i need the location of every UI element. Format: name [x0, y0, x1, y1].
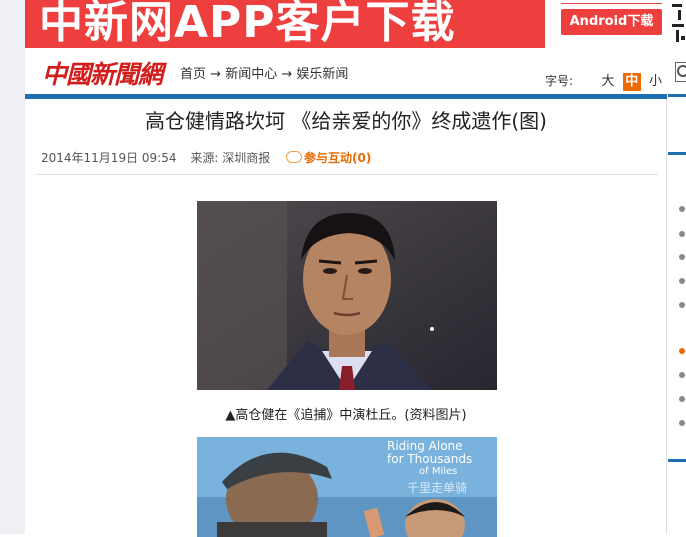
sidebar-top-bar: [668, 94, 686, 97]
meta-divider: [35, 174, 658, 175]
poster-title-line-2: for Thousands: [387, 452, 472, 466]
photo-caption: ▲高仓健在《追捕》中演杜丘。(资料图片): [225, 408, 467, 423]
breadcrumb-news-center-link[interactable]: 新闻中心: [225, 67, 277, 82]
list-bullet: [679, 278, 685, 284]
breadcrumb-home-link[interactable]: 首页: [180, 67, 206, 82]
font-size-large-option[interactable]: 大: [599, 73, 617, 91]
breadcrumb: 首页 → 新闻中心 → 娱乐新闻: [180, 63, 348, 82]
article-meta: 2014年11月19日 09:54 来源: 深圳商报 参与互动(0): [41, 149, 371, 166]
font-size-label: 字号:: [545, 74, 574, 88]
source-label: 来源:: [190, 151, 219, 165]
list-bullet: [679, 372, 685, 378]
poster-title-line-1: Riding Alone: [387, 439, 463, 453]
list-bullet: [679, 420, 685, 426]
android-download-button[interactable]: Android下载: [561, 3, 662, 35]
article-title: 高仓健情路坎坷 《给亲爱的你》终成遗作(图): [145, 109, 547, 133]
site-header: 中國新聞網 首页 → 新闻中心 → 娱乐新闻 字号: 大 中 小: [25, 48, 686, 94]
site-logo[interactable]: 中國新聞網: [42, 55, 163, 91]
font-size-small-option[interactable]: 小: [647, 73, 665, 91]
qr-code-icon: [672, 0, 686, 48]
comment-bubble-icon[interactable]: [286, 151, 303, 163]
font-size-medium-option[interactable]: 中: [622, 73, 641, 91]
portrait-illustration: [197, 201, 497, 390]
breadcrumb-arrow: →: [281, 67, 293, 82]
article-container: 高仓健情路坎坷 《给亲爱的你》终成遗作(图) 2014年11月19日 09:54…: [25, 99, 667, 537]
list-bullet: [679, 348, 685, 354]
search-icon[interactable]: [675, 62, 686, 82]
poster-title-line-3: of Miles: [419, 466, 457, 477]
sidebar-section-bar: [668, 152, 686, 155]
list-bullet: [679, 254, 685, 260]
font-size-switcher: 字号: 大 中 小: [545, 72, 667, 91]
browser-left-gutter: [0, 0, 25, 534]
poster-chinese-title: 千里走单骑: [407, 481, 467, 495]
list-bullet: [679, 396, 685, 402]
sidebar-section-bar: [668, 459, 686, 462]
breadcrumb-entertainment-link[interactable]: 娱乐新闻: [296, 67, 348, 82]
comment-link[interactable]: 参与互动(0): [304, 151, 371, 165]
breadcrumb-arrow: →: [210, 67, 222, 82]
poster-illustration: Riding Alone for Thousands of Miles 千里走单…: [197, 437, 497, 537]
app-download-banner[interactable]: 中新网APP客户下载: [25, 0, 545, 48]
banner-text: 中新网APP客户下载: [39, 0, 456, 48]
list-bullet: [679, 231, 685, 237]
right-sidebar-edge: [668, 94, 686, 534]
list-bullet: [679, 206, 685, 212]
article-source: 深圳商报: [222, 151, 271, 165]
list-bullet: [679, 302, 685, 308]
article-photo-movie-poster: Riding Alone for Thousands of Miles 千里走单…: [197, 437, 497, 537]
article-photo-ken-takakura: [197, 201, 497, 390]
article-date: 2014年11月19日 09:54: [41, 151, 177, 165]
